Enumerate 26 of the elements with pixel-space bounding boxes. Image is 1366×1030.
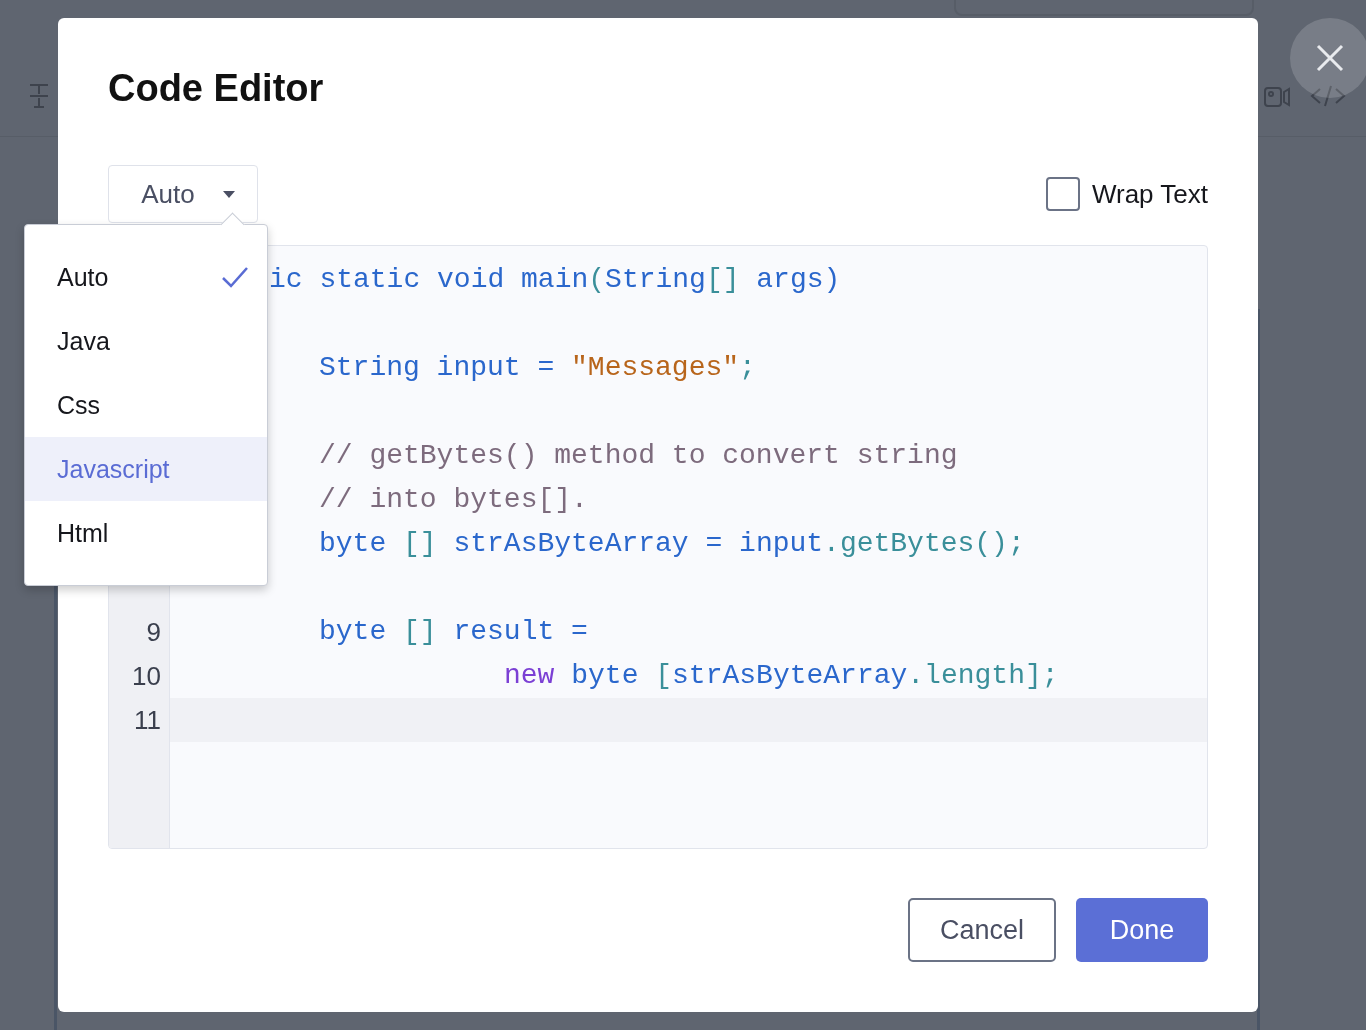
language-option[interactable]: Html	[25, 501, 267, 565]
code-line: byte [] strAsByteArray = input.getBytes();	[319, 528, 1025, 559]
wrap-text-label: Wrap Text	[1091, 178, 1208, 210]
language-option[interactable]: Java	[25, 309, 267, 373]
video-camera-icon[interactable]	[1264, 86, 1290, 108]
line-number: 11	[134, 705, 161, 735]
line-number: 9	[146, 617, 161, 647]
wrap-text-checkbox[interactable]	[1045, 177, 1080, 211]
code-line: String input = "Messages";	[319, 352, 756, 383]
language-option[interactable]: Css	[25, 373, 267, 437]
code-line: ic static void main(String[] args)	[269, 264, 841, 295]
text-height-icon[interactable]	[28, 82, 50, 110]
code-line: // into bytes[].	[319, 484, 588, 515]
cancel-button[interactable]: Cancel	[907, 898, 1056, 962]
code-icon[interactable]	[1310, 84, 1346, 108]
caret-icon	[222, 190, 235, 198]
code-line: new byte [strAsByteArray.length];	[504, 660, 1059, 691]
language-option[interactable]: Javascript	[25, 437, 267, 501]
code-line: byte [] result =	[319, 616, 588, 647]
done-button[interactable]: Done	[1076, 898, 1208, 962]
code-line: // getBytes() method to convert string	[319, 440, 958, 471]
dialog-title: Code Editor	[108, 66, 324, 110]
close-icon	[1316, 44, 1344, 72]
line-number: 10	[132, 661, 161, 691]
language-select[interactable]: Auto	[108, 165, 258, 223]
language-option[interactable]: Auto	[25, 245, 267, 309]
